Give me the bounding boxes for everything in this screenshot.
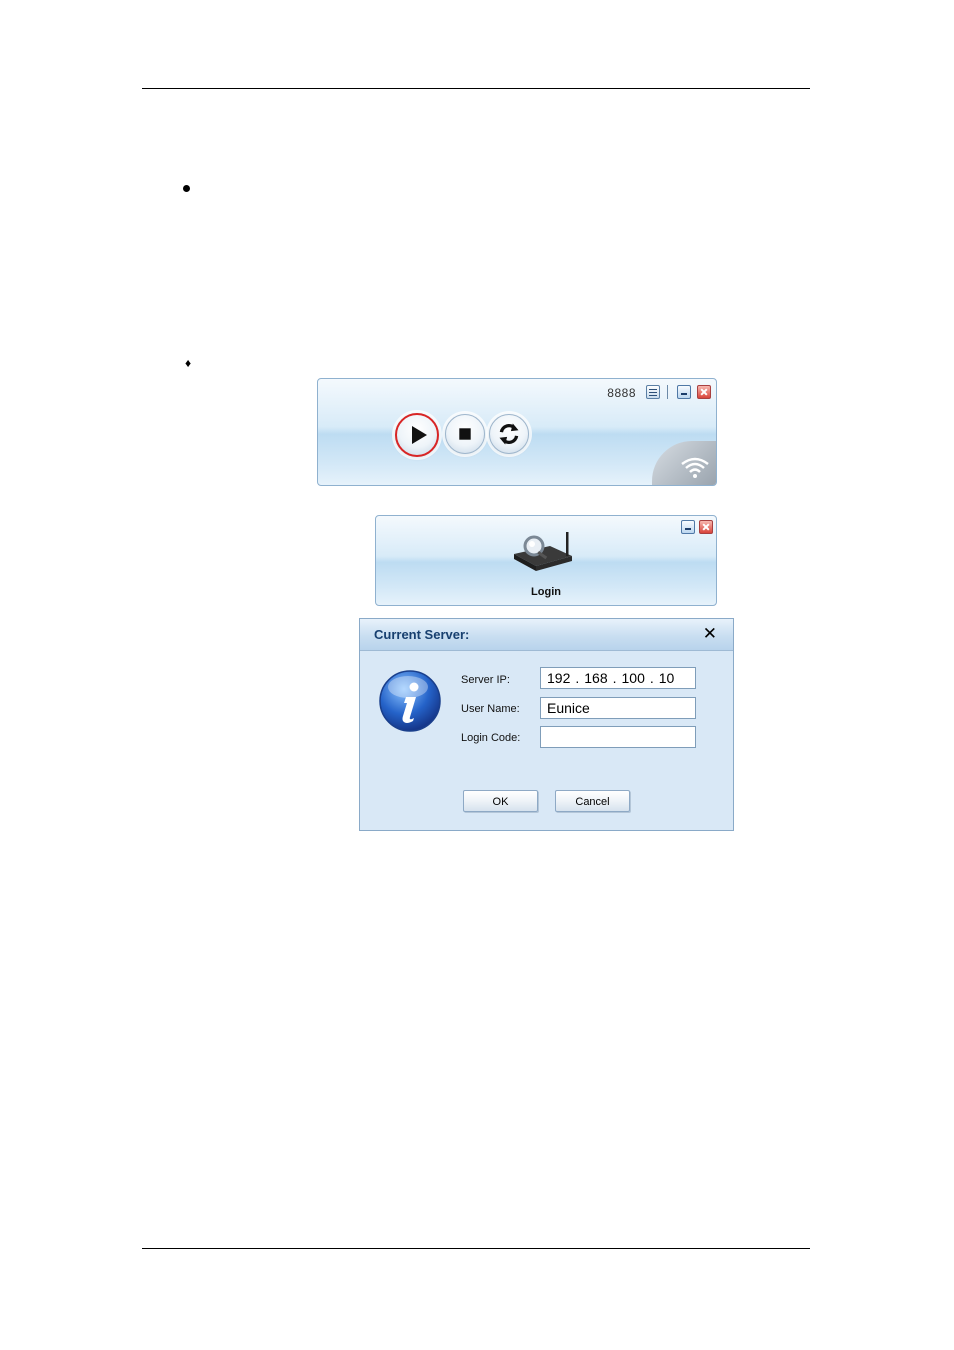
player-widget: 8888 xyxy=(317,378,717,486)
user-name-field[interactable]: Eunice xyxy=(540,697,696,719)
menu-list-icon[interactable] xyxy=(646,385,660,399)
login-code-label: Login Code: xyxy=(461,732,521,744)
port-number: 8888 xyxy=(607,386,636,400)
wifi-status-corner xyxy=(652,441,716,485)
wifi-signal-icon xyxy=(681,457,709,478)
server-ip-field[interactable]: 192. 168. 100. 10 xyxy=(540,667,696,689)
ip-octet-2[interactable]: 168 xyxy=(584,670,607,686)
play-icon xyxy=(412,426,427,444)
current-server-dialog: Current Server: ✕ Server IP: 192. 168. 100… xyxy=(359,618,734,831)
dialog-titlebar: Current Server: ✕ xyxy=(360,619,733,651)
cancel-button[interactable]: Cancel xyxy=(555,790,630,812)
toolbar-separator xyxy=(667,385,668,399)
refresh-icon xyxy=(499,423,519,445)
bullet-point xyxy=(183,185,190,192)
minimize-icon[interactable] xyxy=(677,385,691,399)
user-name-label: User Name: xyxy=(461,703,520,715)
dialog-title: Current Server: xyxy=(374,627,470,642)
login-label[interactable]: Login xyxy=(376,586,716,598)
ip-octet-4[interactable]: 10 xyxy=(659,670,675,686)
close-icon[interactable] xyxy=(697,385,711,399)
info-icon xyxy=(379,670,441,732)
ip-octet-3[interactable]: 100 xyxy=(622,670,645,686)
footer-rule xyxy=(142,1248,810,1249)
router-search-icon[interactable] xyxy=(510,528,576,572)
stop-button[interactable] xyxy=(445,414,485,454)
ok-button[interactable]: OK xyxy=(463,790,538,812)
close-icon[interactable] xyxy=(699,520,713,534)
login-panel: Login xyxy=(375,515,717,606)
diamond-bullet: ♦ xyxy=(185,356,192,370)
header-rule xyxy=(142,88,810,89)
close-icon[interactable]: ✕ xyxy=(703,625,717,643)
login-code-field[interactable] xyxy=(540,726,696,748)
play-button[interactable] xyxy=(395,413,439,457)
minimize-icon[interactable] xyxy=(681,520,695,534)
server-ip-label: Server IP: xyxy=(461,674,510,686)
stop-icon xyxy=(459,428,471,440)
ip-octet-1[interactable]: 192 xyxy=(547,670,570,686)
refresh-button[interactable] xyxy=(489,414,529,454)
